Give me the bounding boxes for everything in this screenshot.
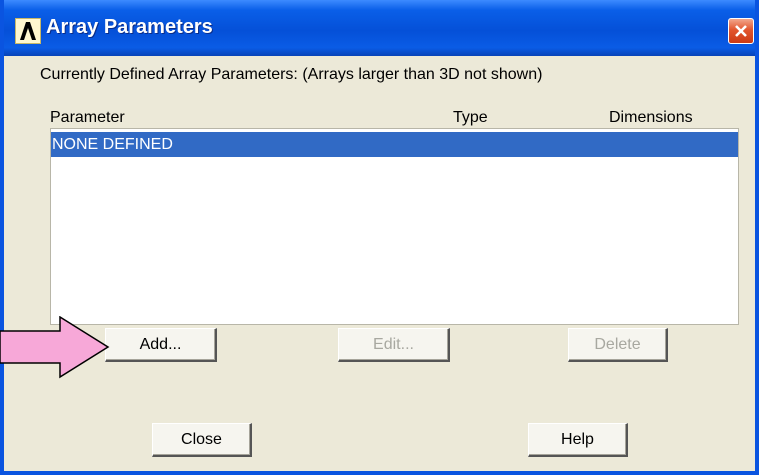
parameter-list[interactable]: NONE DEFINED — [50, 128, 739, 325]
title-bar[interactable]: Array Parameters — [4, 0, 755, 56]
column-header-parameter: Parameter — [50, 109, 125, 126]
close-button[interactable]: Close — [152, 423, 252, 457]
delete-button[interactable]: Delete — [568, 328, 668, 362]
defined-arrays-label: Currently Defined Array Parameters: (Arr… — [40, 66, 543, 83]
list-item[interactable]: NONE DEFINED — [51, 132, 738, 157]
close-icon — [735, 25, 747, 37]
ansys-logo-icon — [15, 18, 41, 44]
edit-button[interactable]: Edit... — [338, 328, 450, 362]
column-header-type: Type — [453, 109, 488, 126]
list-item-parameter: NONE DEFINED — [52, 136, 173, 153]
window-title: Array Parameters — [46, 16, 213, 38]
column-header-dimensions: Dimensions — [609, 109, 693, 126]
add-button[interactable]: Add... — [105, 328, 217, 362]
help-button[interactable]: Help — [528, 423, 628, 457]
array-parameters-dialog: Array Parameters Currently Defined Array… — [0, 0, 759, 475]
close-window-button[interactable] — [728, 18, 754, 44]
pointer-arrow-icon — [0, 316, 110, 379]
